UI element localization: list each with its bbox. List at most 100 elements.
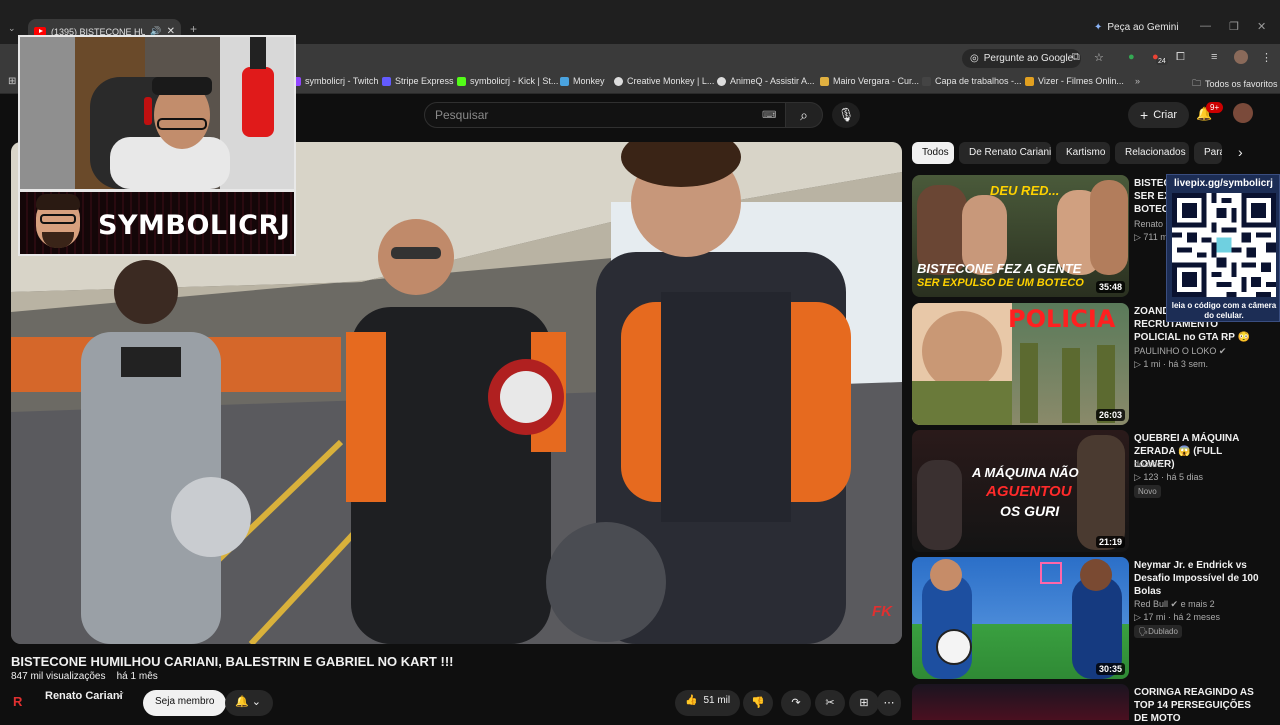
bookmark-item[interactable]: Creative Monkey | L... bbox=[614, 76, 714, 86]
all-bookmarks-folder[interactable]: 🗀 Todos os favoritos bbox=[1192, 76, 1278, 92]
video-duration: 26:03 bbox=[1095, 409, 1125, 421]
recommendation-thumbnail[interactable]: POLICIA 26:03 bbox=[912, 303, 1129, 425]
search-icon: ⌕ bbox=[800, 107, 808, 123]
qr-code-icon bbox=[1172, 193, 1276, 297]
apps-grid-icon[interactable]: ⊞ bbox=[8, 76, 16, 87]
thumb-overlay-text: A MÁQUINA NÃO bbox=[972, 465, 1079, 480]
like-button[interactable]: 👍 51 mil bbox=[675, 690, 741, 716]
thumbs-up-icon: 👍 bbox=[685, 695, 698, 706]
media-controls-icon[interactable]: ≡ bbox=[1211, 51, 1217, 63]
recommendation-channel[interactable]: Red Bull ✔ e mais 2 bbox=[1134, 599, 1215, 610]
recommendation-channel[interactable]: doardo bbox=[1134, 459, 1162, 469]
save-button[interactable]: ⊞ bbox=[849, 690, 879, 716]
chip-relacionados[interactable]: Relacionados bbox=[1115, 142, 1189, 164]
subscribe-bell-button[interactable]: 🔔 ⌄ bbox=[225, 690, 273, 716]
install-app-icon[interactable]: ⧉ bbox=[1072, 51, 1080, 64]
minimize-icon[interactable]: — bbox=[1200, 20, 1211, 32]
stripe-icon bbox=[382, 76, 391, 86]
recommendation-thumbnail[interactable]: DEU RED... BISTECONE FEZ A GENTE SER EXP… bbox=[912, 175, 1129, 297]
channel-avatar[interactable]: R bbox=[13, 694, 22, 709]
lens-icon: ◎ bbox=[970, 53, 979, 64]
bookmark-item[interactable]: Vizer - Filmes Onlin... bbox=[1025, 76, 1124, 86]
mv-icon bbox=[820, 76, 829, 86]
chip-todos[interactable]: Todos bbox=[912, 142, 954, 164]
dubbed-icon: 🗣 bbox=[1138, 627, 1149, 636]
dislike-button[interactable]: 👎 bbox=[743, 690, 773, 716]
stats-text: 711 m bbox=[1143, 232, 1168, 242]
bookmark-label: Stripe Express bbox=[395, 76, 454, 86]
channel-row: R Renato Cariani ✔ Seja membro 🔔 ⌄ 👍 51 m… bbox=[11, 688, 902, 720]
thumb-overlay-text: POLICIA bbox=[1008, 305, 1116, 333]
tab-search-chevron-icon[interactable]: ⌄ bbox=[8, 23, 16, 34]
bookmark-star-icon[interactable]: ☆ bbox=[1094, 51, 1104, 64]
video-watermark-logo: FK bbox=[872, 603, 892, 620]
bookmark-label: AnimeQ - Assistir A... bbox=[730, 76, 815, 86]
globe-icon bbox=[717, 76, 726, 86]
chip-para[interactable]: Para bbox=[1194, 142, 1222, 164]
bookmark-item[interactable]: Stripe Express bbox=[382, 76, 454, 86]
recommendation-item[interactable]: CORINGA REAGINDO AS TOP 14 PERSEGUIÇÕES … bbox=[912, 684, 1272, 724]
profile-avatar[interactable] bbox=[1234, 50, 1248, 64]
streamer-name-banner: SYMBOLICRJ bbox=[18, 190, 296, 256]
restore-icon[interactable]: ❐ bbox=[1229, 20, 1239, 33]
clip-button[interactable]: ✂ bbox=[815, 690, 845, 716]
channel-name[interactable]: Renato Cariani bbox=[45, 690, 123, 702]
voice-search-button[interactable]: 🎙 bbox=[832, 102, 860, 128]
create-button[interactable]: + Criar bbox=[1128, 102, 1190, 128]
gemini-button[interactable]: ✦ Peça ao Gemini bbox=[1094, 22, 1179, 33]
bookmark-item[interactable]: symbolicrj - Kick | St... bbox=[457, 76, 558, 86]
close-window-icon[interactable]: ✕ bbox=[1257, 20, 1266, 33]
join-button[interactable]: Seja membro bbox=[143, 690, 227, 716]
gemini-label: Peça ao Gemini bbox=[1107, 22, 1179, 33]
share-button[interactable]: ↷ bbox=[781, 690, 811, 716]
like-count: 51 mil bbox=[703, 695, 731, 706]
recommendation-stats: ▷ 17 mi · há 2 meses bbox=[1134, 612, 1220, 623]
search-input[interactable]: Pesquisar bbox=[424, 102, 786, 128]
bookmark-item[interactable]: Capa de trabalhos -... bbox=[922, 76, 1022, 86]
recommendation-thumbnail[interactable]: A MÁQUINA NÃO AGUENTOU OS GURI 21:19 bbox=[912, 430, 1129, 552]
extensions-puzzle-icon[interactable]: ⧠ bbox=[1176, 51, 1185, 64]
recommendation-thumbnail[interactable]: 30:35 bbox=[912, 557, 1129, 679]
bookmark-label: Capa de trabalhos -... bbox=[935, 76, 1022, 86]
bookmark-label: Creative Monkey | L... bbox=[627, 76, 715, 86]
account-avatar[interactable] bbox=[1233, 103, 1253, 123]
dubbed-badge: 🗣Dublado bbox=[1134, 625, 1182, 638]
thumb-overlay-text: OS GURI bbox=[1000, 503, 1060, 519]
microphone-icon: 🎙 bbox=[837, 107, 855, 122]
chip-kartismo[interactable]: Kartismo bbox=[1056, 142, 1110, 164]
chips-next-chevron-icon[interactable]: › bbox=[1238, 144, 1243, 160]
ask-google-pill[interactable]: ◎ Pergunte ao Google bbox=[962, 49, 1082, 68]
folder-icon: 🗀 bbox=[1192, 78, 1202, 88]
bookmark-item[interactable]: AnimeQ - Assistir A... bbox=[717, 76, 815, 86]
verified-icon: ✔ bbox=[1170, 599, 1179, 609]
recommendation-thumbnail[interactable] bbox=[912, 684, 1129, 720]
bookmark-item[interactable]: symbolicrj - Twitch bbox=[292, 76, 378, 86]
qr-url: livepix.gg/symbolicrj bbox=[1174, 178, 1273, 189]
recommendation-channel[interactable]: PAULINHO O LOKO ✔ bbox=[1134, 346, 1226, 357]
chip-de-renato-cariani[interactable]: De Renato Cariani bbox=[959, 142, 1051, 164]
recommendation-item[interactable]: A MÁQUINA NÃO AGUENTOU OS GURI 21:19 QUE… bbox=[912, 430, 1272, 552]
extension-green-icon[interactable]: ● bbox=[1128, 51, 1135, 63]
play-icon: ▷ bbox=[1134, 612, 1144, 622]
thumb-overlay-text: AGUENTOU bbox=[986, 483, 1072, 500]
search-button[interactable]: ⌕ bbox=[785, 102, 823, 128]
plus-icon: + bbox=[1140, 107, 1149, 123]
verified-icon: ✔ bbox=[117, 690, 125, 700]
more-actions-button[interactable]: ⋯ bbox=[877, 690, 901, 716]
recommendation-title[interactable]: Neymar Jr. e Endrick vs Desafio Impossív… bbox=[1134, 559, 1264, 598]
bookmark-item[interactable]: Monkey bbox=[560, 76, 605, 86]
recommendation-item[interactable]: 30:35 Neymar Jr. e Endrick vs Desafio Im… bbox=[912, 557, 1272, 679]
bookmark-label: Monkey bbox=[573, 76, 605, 86]
kick-icon bbox=[457, 76, 466, 86]
recommendation-title[interactable]: CORINGA REAGINDO AS TOP 14 PERSEGUIÇÕES … bbox=[1134, 686, 1264, 725]
bookmark-label: Mairo Vergara - Cur... bbox=[833, 76, 920, 86]
recommendation-stats: ▷ 1 mi · há 3 sem. bbox=[1134, 359, 1208, 370]
bookmark-item[interactable]: Mairo Vergara - Cur... bbox=[820, 76, 919, 86]
new-tab-icon[interactable]: + bbox=[190, 22, 197, 36]
keyboard-icon[interactable]: ⌨ bbox=[762, 110, 776, 121]
bookmarks-overflow-icon[interactable]: » bbox=[1135, 76, 1140, 86]
extension-badge: 24 bbox=[1156, 58, 1168, 65]
play-icon: ▷ bbox=[1134, 232, 1144, 242]
recommendation-stats: ▷ 123 · há 5 dias bbox=[1134, 472, 1203, 483]
browser-menu-icon[interactable]: ⋮ bbox=[1261, 51, 1272, 64]
